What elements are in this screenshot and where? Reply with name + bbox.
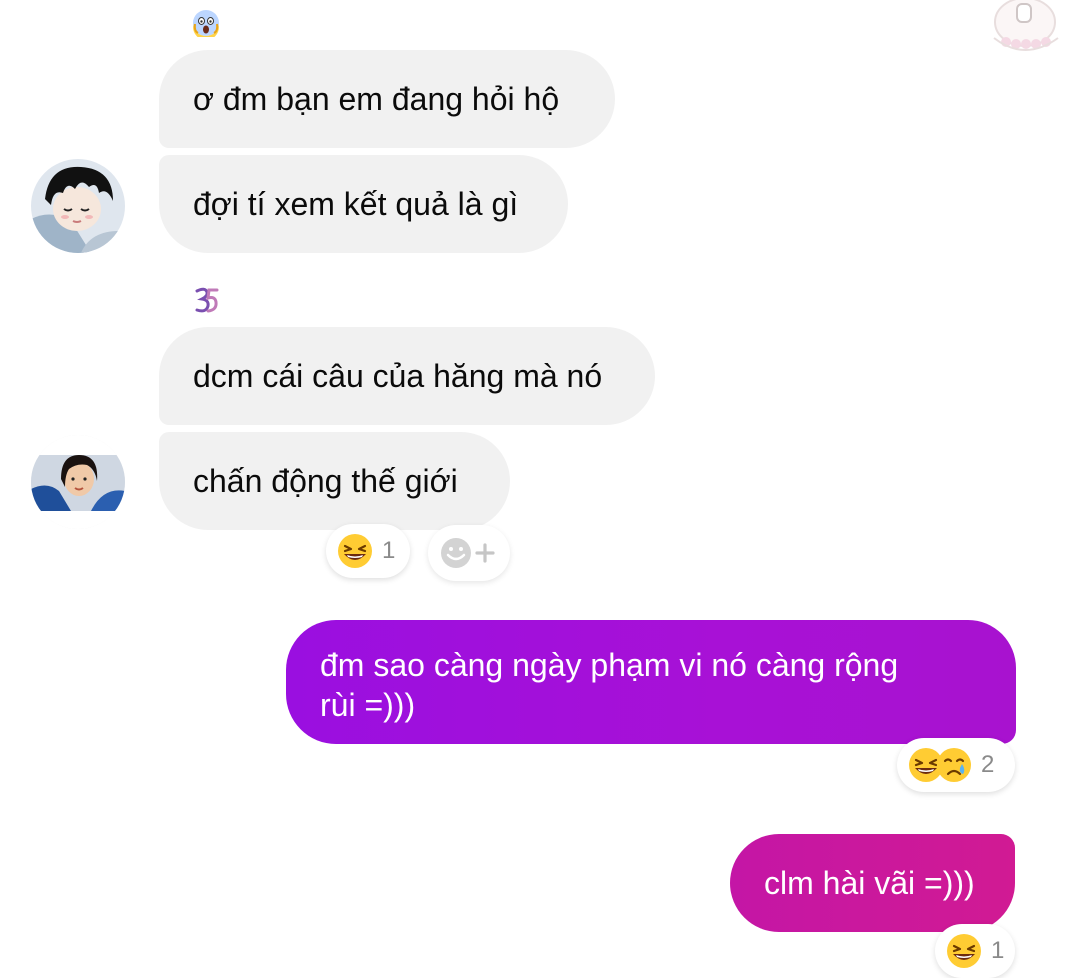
message-text: ơ đm bạn em đang hỏi hộ xyxy=(193,81,560,117)
message-text-line: rùi =))) xyxy=(320,687,416,723)
laughing-face-icon xyxy=(945,932,983,970)
message-bubble[interactable]: đợi tí xem kết quả là gì xyxy=(159,155,568,253)
message-text-line: đm sao càng ngày phạm vi nó càng rộng xyxy=(320,647,899,683)
number-sticker-icon xyxy=(193,286,221,314)
add-reaction-button[interactable] xyxy=(428,525,510,581)
message-text: dcm cái câu của hăng mà nó xyxy=(193,358,603,394)
message-reaction[interactable]: 2 xyxy=(897,738,1015,792)
avatar[interactable] xyxy=(31,435,125,529)
message-reaction[interactable]: 1 xyxy=(935,924,1015,978)
reaction-count: 2 xyxy=(981,751,995,778)
message-bubble[interactable]: ơ đm bạn em đang hỏi hộ xyxy=(159,50,615,148)
avatar[interactable] xyxy=(31,159,125,253)
message-text: đợi tí xem kết quả là gì xyxy=(193,186,519,222)
screaming-emoji-icon xyxy=(192,9,220,40)
message-bubble[interactable]: dcm cái câu của hăng mà nó xyxy=(159,327,655,425)
message-bubble[interactable]: chấn động thế giới xyxy=(159,432,510,530)
laughing-face-icon xyxy=(336,532,374,570)
message-bubble[interactable]: clm hài vãi =))) xyxy=(730,834,1015,932)
reaction-count: 1 xyxy=(991,937,1005,964)
message-reaction[interactable]: 1 xyxy=(326,524,410,578)
message-text: clm hài vãi =))) xyxy=(764,865,975,901)
crying-face-icon xyxy=(935,746,973,784)
chat-thread: ơ đm bạn em đang hỏi hộ đợi tí xem kết q… xyxy=(0,0,1080,978)
message-text: chấn động thế giới xyxy=(193,463,458,499)
reaction-count: 1 xyxy=(382,537,396,564)
message-bubble[interactable]: đm sao càng ngày phạm vi nó càng rộng rù… xyxy=(286,620,1016,744)
sticker-icon xyxy=(980,0,1070,66)
